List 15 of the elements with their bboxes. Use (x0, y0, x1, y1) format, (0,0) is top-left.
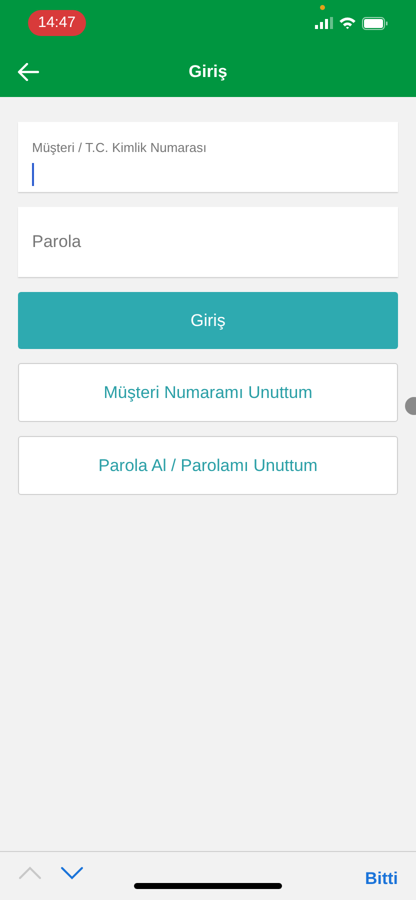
wifi-icon (339, 17, 356, 29)
done-button[interactable]: Bitti (364, 866, 398, 892)
signal-icon (315, 17, 333, 29)
field-label: Müşteri / T.C. Kimlik Numarası (32, 139, 208, 157)
back-arrow-icon[interactable] (17, 62, 39, 80)
link-button[interactable]: Müşteri Numaramı Unuttum (18, 363, 398, 422)
login-button[interactable]: Giriş (18, 292, 398, 349)
down-chevron-icon[interactable] (60, 866, 84, 880)
screen-title: Giriş (188, 60, 228, 83)
status-time: 14:47 (28, 10, 86, 36)
battery-icon (362, 16, 388, 30)
field-placeholder: Parola (32, 231, 82, 254)
input-field[interactable]: Parola (18, 207, 398, 277)
input-field[interactable]: Müşteri / T.C. Kimlik Numarası (18, 122, 398, 192)
link-button[interactable]: Parola Al / Parolamı Unuttum (18, 436, 398, 495)
